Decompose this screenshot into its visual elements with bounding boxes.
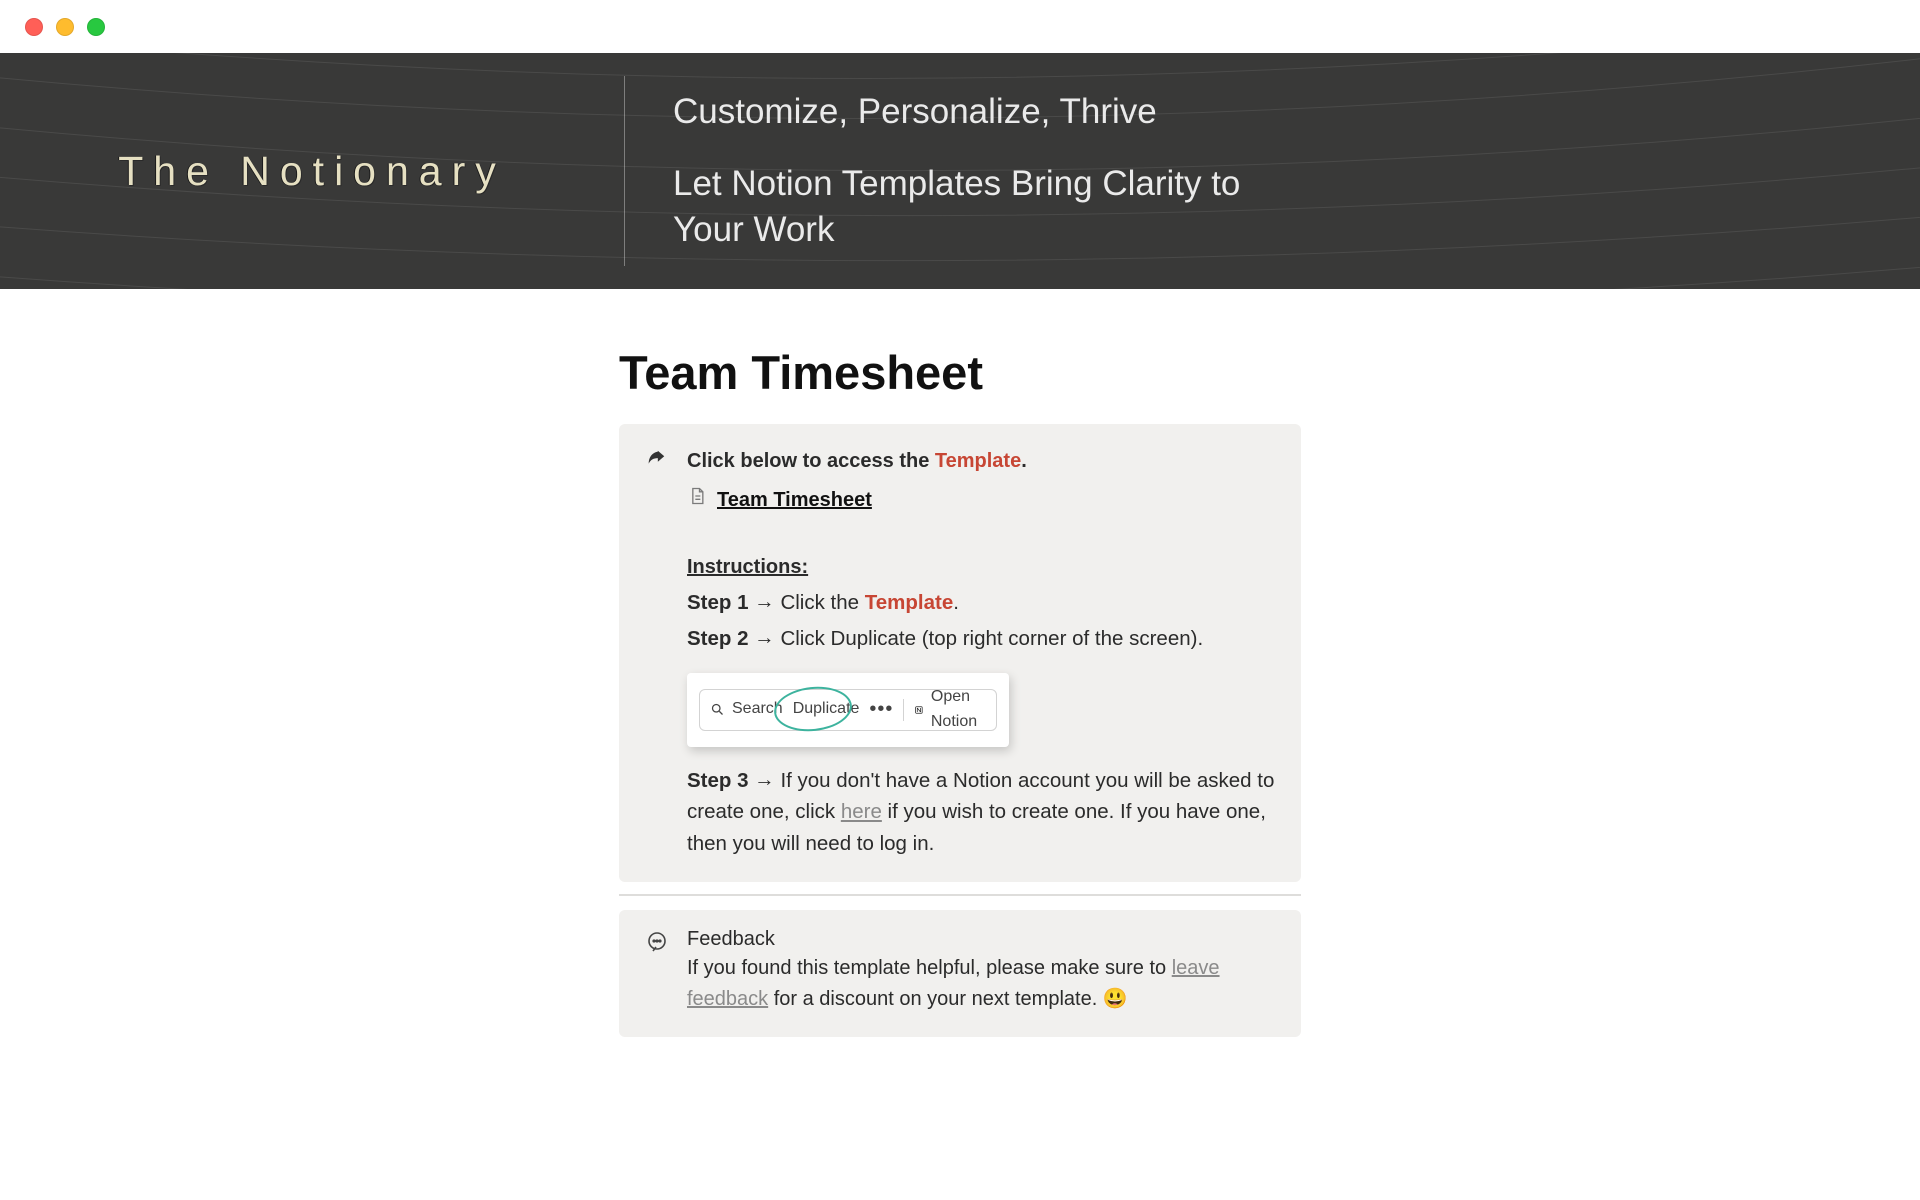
step-2-label: Step 2 — [687, 627, 749, 650]
feedback-callout: Feedback If you found this template help… — [619, 910, 1301, 1037]
more-icon: ••• — [869, 694, 893, 725]
step-1-suffix: . — [953, 591, 959, 614]
callout-intro: Click below to access the Template. — [687, 446, 1275, 477]
hero-subtitle: Let Notion Templates Bring Clarity to Yo… — [673, 161, 1313, 252]
template-word-2: Template — [865, 591, 953, 614]
arrow-icon: → — [754, 764, 775, 796]
toolbar-open-notion-label: Open Notion — [931, 685, 986, 735]
step-1-label: Step 1 — [687, 591, 749, 614]
arrow-icon: → — [754, 622, 775, 654]
step-1: Step 1 → Click the Template. — [687, 587, 1275, 619]
feedback-title: Feedback — [687, 928, 1275, 951]
share-arrow-icon — [645, 448, 669, 470]
window-maximize-dot[interactable] — [87, 18, 105, 36]
feedback-body-suffix: for a discount on your next template. — [768, 988, 1103, 1010]
step-1-text: Click the — [780, 591, 864, 614]
callout-intro-suffix: . — [1021, 450, 1027, 472]
here-link[interactable]: here — [841, 800, 882, 823]
hero-banner: The Notionary Customize, Personalize, Th… — [0, 53, 1920, 289]
toolbar-duplicate-label: Duplicate — [793, 697, 860, 722]
instructions-heading: Instructions: — [687, 552, 1275, 583]
template-word-1: Template — [935, 450, 1021, 472]
feedback-body-prefix: If you found this template helpful, plea… — [687, 957, 1172, 979]
page-title: Team Timesheet — [619, 345, 1301, 400]
brand-name: The Notionary — [118, 148, 506, 195]
feedback-body: If you found this template helpful, plea… — [687, 953, 1275, 1015]
window-chrome — [0, 0, 1920, 53]
template-link-label: Team Timesheet — [717, 485, 872, 516]
template-link[interactable]: Team Timesheet — [687, 485, 1275, 516]
hero-divider — [624, 76, 625, 266]
callout-intro-prefix: Click below to access the — [687, 450, 935, 472]
arrow-icon: → — [754, 586, 775, 618]
toolbar-duplicate: Duplicate — [793, 697, 860, 722]
step-2: Step 2 → Click Duplicate (top right corn… — [687, 623, 1275, 655]
toolbar-open-notion: Open Notion — [914, 685, 986, 735]
window-close-dot[interactable] — [25, 18, 43, 36]
toolbar-preview: Search Duplicate ••• Open Notion — [687, 673, 1009, 747]
toolbar-search-label: Search — [732, 697, 783, 722]
instructions-callout: Click below to access the Template. Team… — [619, 424, 1301, 882]
step-3-label: Step 3 — [687, 769, 749, 792]
toolbar-divider — [903, 699, 904, 721]
main-content: Team Timesheet Click below to access the… — [0, 289, 1920, 1037]
step-2-text: Click Duplicate (top right corner of the… — [780, 627, 1203, 650]
window-minimize-dot[interactable] — [56, 18, 74, 36]
smile-emoji-icon: 😃 — [1103, 984, 1128, 1015]
chat-bubble-icon — [645, 930, 669, 959]
toolbar-search: Search — [710, 697, 783, 722]
step-3: Step 3 → If you don't have a Notion acco… — [687, 765, 1275, 860]
hero-headline: Customize, Personalize, Thrive — [673, 90, 1313, 134]
section-divider — [619, 894, 1301, 896]
page-icon — [687, 485, 707, 516]
